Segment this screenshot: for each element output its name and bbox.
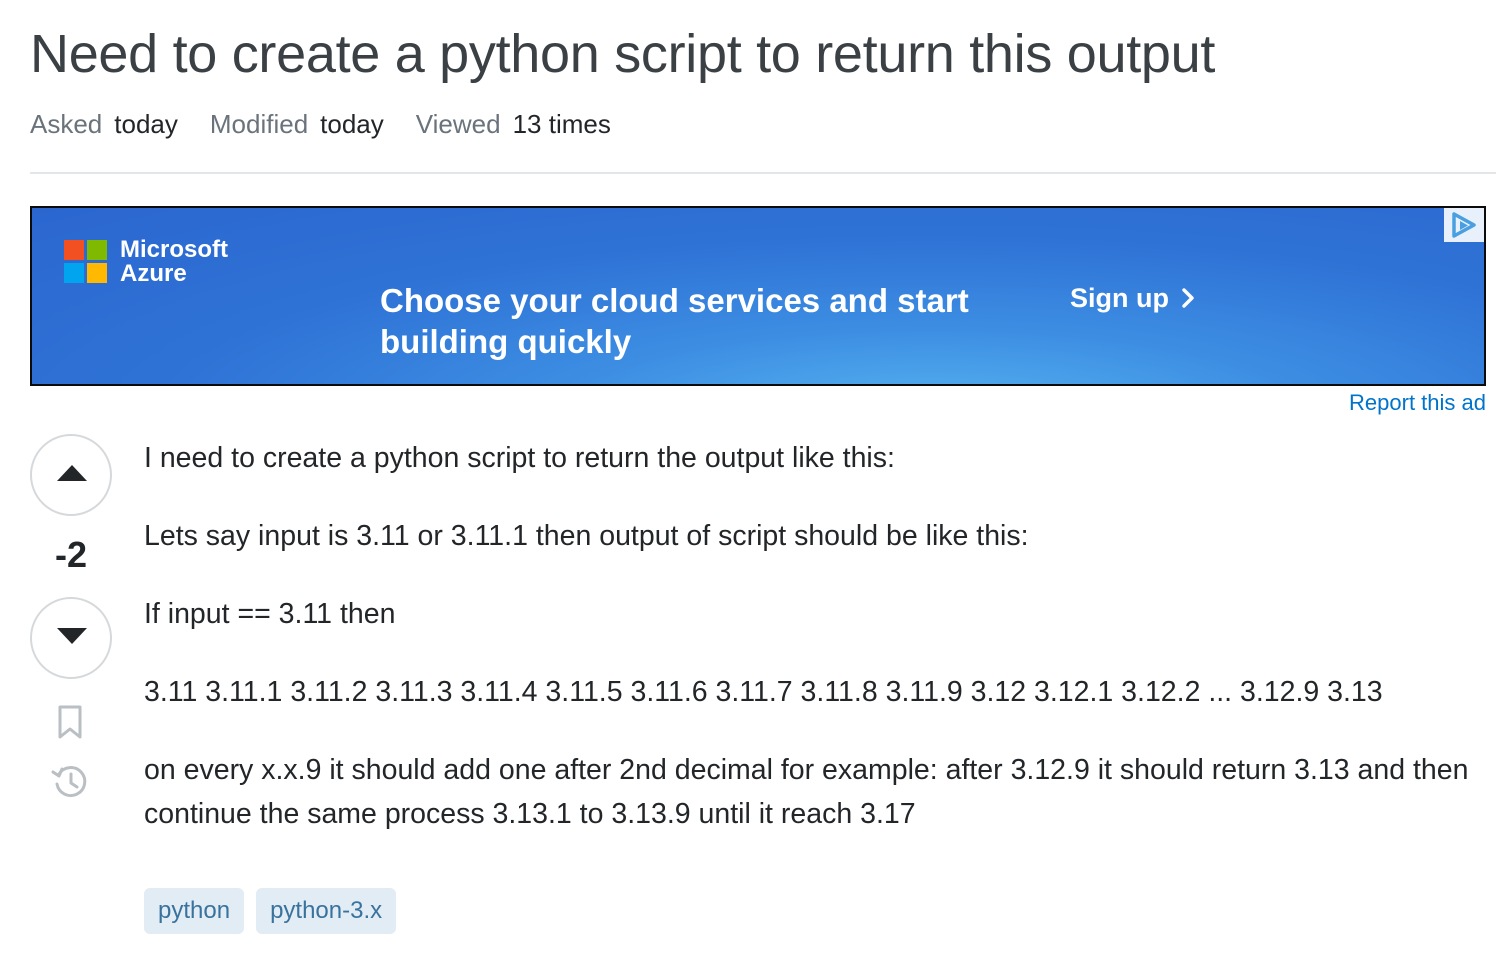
question-title[interactable]: Need to create a python script to return… [30,22,1215,86]
header-divider [30,172,1496,174]
downvote-button[interactable] [30,597,112,679]
adchoices-icon[interactable] [1444,208,1484,242]
ad-headline-line1: Choose your cloud services and start [380,282,969,319]
tag-list: python python-3.x [144,888,397,934]
ad-brand-line1: Microsoft [120,236,228,263]
asked-value[interactable]: today [114,109,178,139]
microsoft-logo-icon [64,240,108,284]
report-ad-link[interactable]: Report this ad [1349,390,1486,416]
viewed-value: 13 times [512,109,611,139]
post-paragraph: on every x.x.9 it should add one after 2… [144,754,1469,830]
upvote-arrow-icon [57,465,87,481]
post-paragraph: 3.11 3.11.1 3.11.2 3.11.3 3.11.4 3.11.5 … [144,676,1383,708]
ad-headline: Choose your cloud services and start bui… [380,280,980,362]
modified-label: Modified [209,109,309,139]
tag-python[interactable]: python [144,888,245,934]
ad-brand: Microsoft Azure [120,238,228,286]
downvote-arrow-icon [57,628,87,644]
ad-signup-button[interactable]: Sign up [1070,282,1195,314]
tag-python-3-x[interactable]: python-3.x [256,888,397,934]
post-paragraph: I need to create a python script to retu… [144,442,895,474]
history-icon[interactable] [50,762,90,807]
viewed-label: Viewed [415,109,501,139]
ad-headline-line2: building quickly [380,323,632,360]
asked-info: Asked today [30,108,178,140]
ad-signup-label: Sign up [1070,283,1169,313]
modified-info: Modified today [210,108,384,140]
upvote-button[interactable] [30,434,112,516]
chevron-right-icon [1181,288,1194,308]
question-page: Need to create a python script to return… [0,0,1496,976]
question-meta: Asked today Modified today Viewed 13 times [30,108,643,140]
ad-banner[interactable]: Microsoft Azure Choose your cloud servic… [30,206,1486,386]
vote-count: -2 [54,534,87,575]
post-paragraph: If input == 3.11 then [144,598,396,630]
bookmark-icon[interactable] [52,704,88,745]
post-paragraph: Lets say input is 3.11 or 3.11.1 then ou… [144,520,1029,552]
asked-label: Asked [30,109,103,139]
viewed-info: Viewed 13 times [416,108,611,140]
ad-brand-line2: Azure [120,260,187,287]
modified-value[interactable]: today [320,109,384,139]
